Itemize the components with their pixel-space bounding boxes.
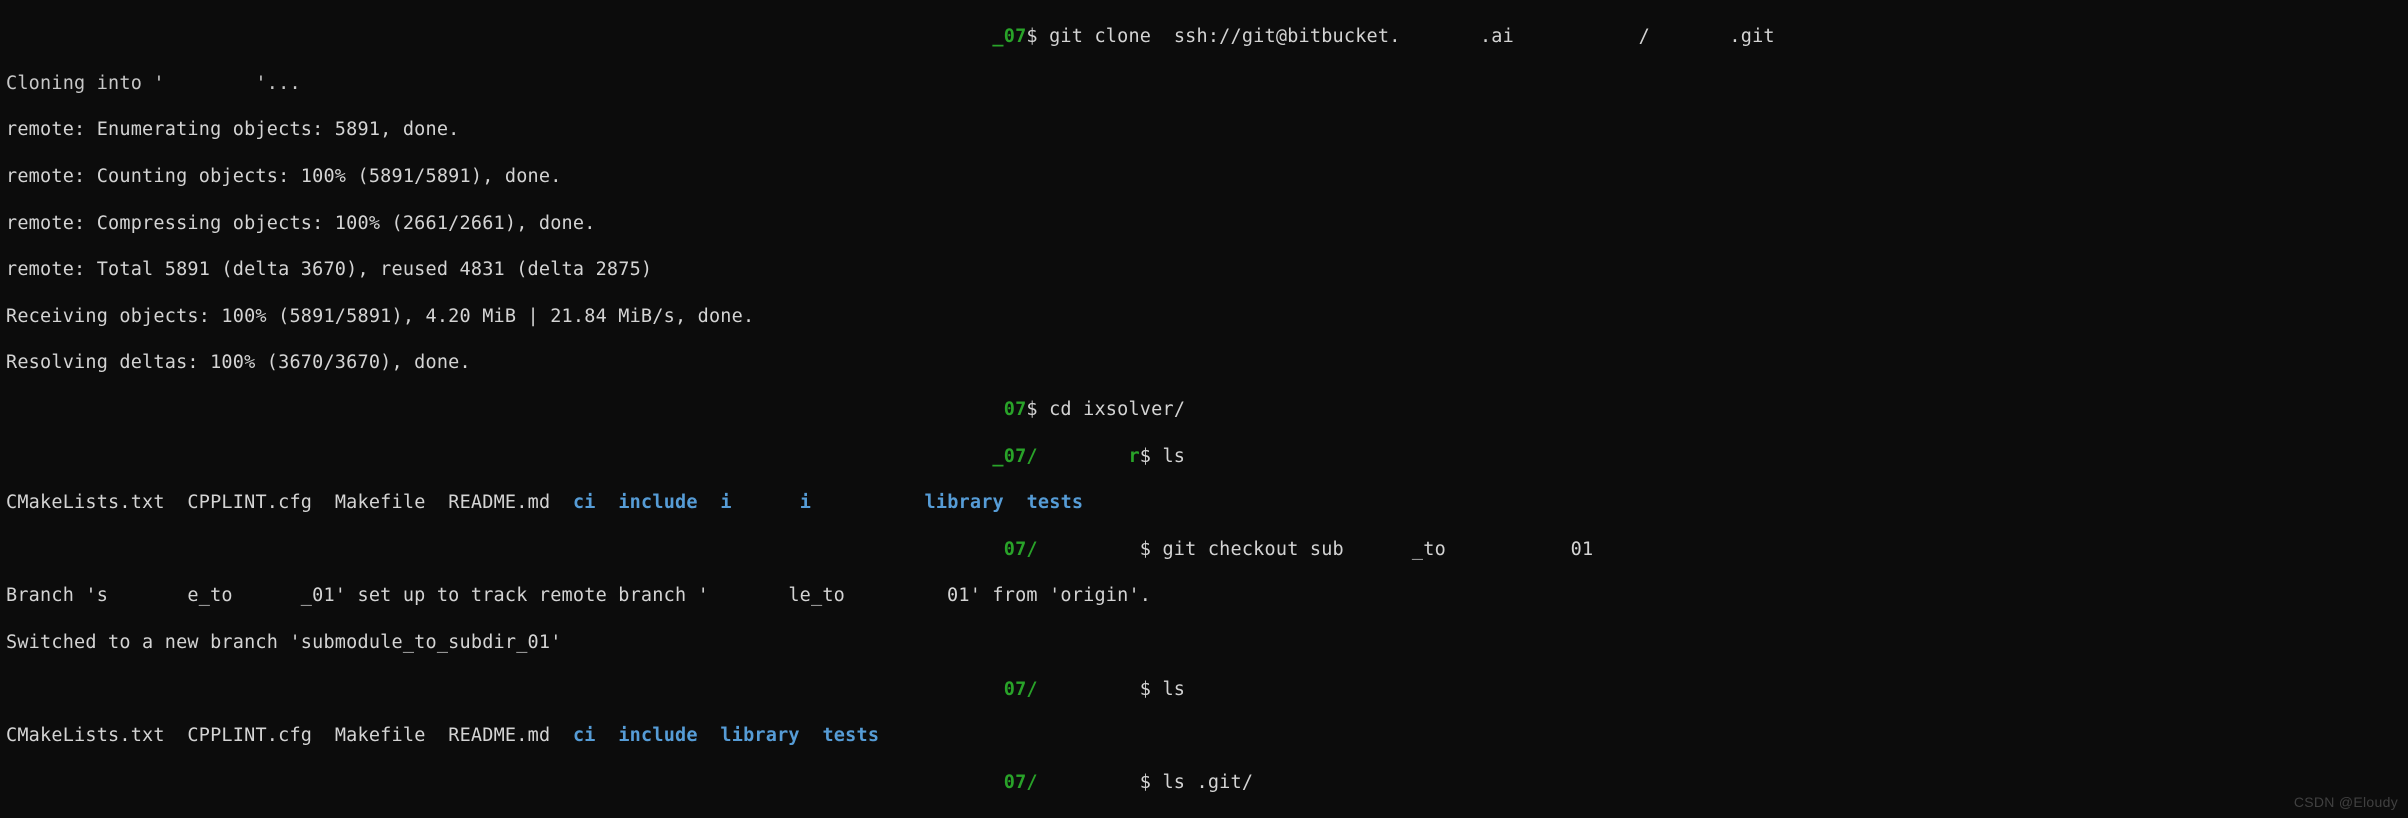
ls-output: CMakeLists.txt CPPLINT.cfg Makefile READ… bbox=[6, 491, 2402, 514]
prompt-line: _07/ r$ ls bbox=[6, 445, 2402, 468]
output-line: remote: Total 5891 (delta 3670), reused … bbox=[6, 258, 2402, 281]
watermark-text: CSDN @Eloudy bbox=[2294, 794, 2398, 812]
prompt-line: _07$ git clone ssh://git@bitbucket. .ai … bbox=[6, 25, 2402, 48]
prompt-line: 07/ $ ls .git/ bbox=[6, 771, 2402, 794]
prompt-line: 07/ $ git checkout sub _to 01 bbox=[6, 538, 2402, 561]
output-line: Receiving objects: 100% (5891/5891), 4.2… bbox=[6, 305, 2402, 328]
output-line: Branch 's e_to _01' set up to track remo… bbox=[6, 584, 2402, 607]
output-line: Resolving deltas: 100% (3670/3670), done… bbox=[6, 351, 2402, 374]
terminal-output[interactable]: _07$ git clone ssh://git@bitbucket. .ai … bbox=[0, 0, 2408, 818]
output-line: Cloning into ' '... bbox=[6, 72, 2402, 95]
prompt-line: 07$ cd ixsolver/ bbox=[6, 398, 2402, 421]
output-line: remote: Compressing objects: 100% (2661/… bbox=[6, 212, 2402, 235]
prompt-line: 07/ $ ls bbox=[6, 678, 2402, 701]
output-line: remote: Enumerating objects: 5891, done. bbox=[6, 118, 2402, 141]
output-line: Switched to a new branch 'submodule_to_s… bbox=[6, 631, 2402, 654]
output-line: remote: Counting objects: 100% (5891/589… bbox=[6, 165, 2402, 188]
ls-output: CMakeLists.txt CPPLINT.cfg Makefile READ… bbox=[6, 724, 2402, 747]
